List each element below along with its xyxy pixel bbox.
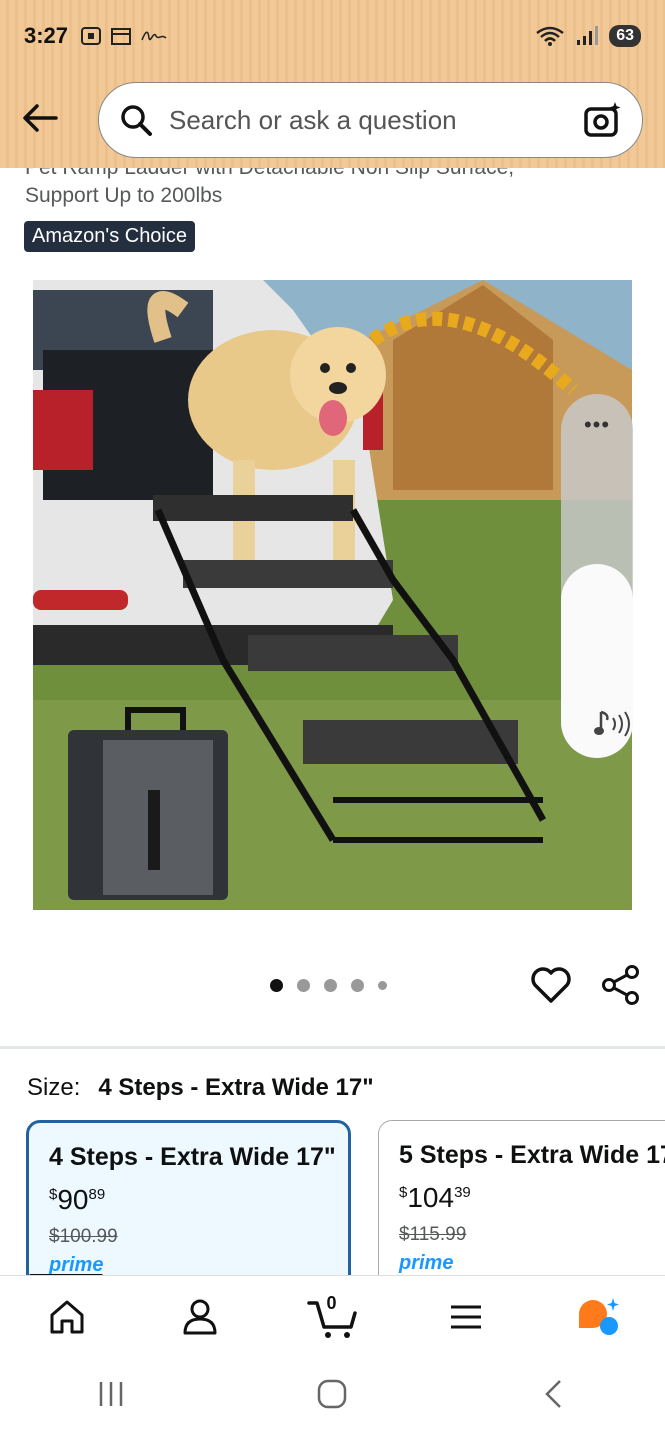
size-option-card-selected[interactable]: 4 Steps - Extra Wide 17" $9089 $100.99 p…: [26, 1120, 351, 1275]
search-bar[interactable]: Search or ask a question: [98, 82, 643, 158]
option-name: 4 Steps - Extra Wide 17": [49, 1143, 336, 1171]
screenshot-icon: [81, 27, 102, 45]
option-list-price: $115.99: [399, 1224, 467, 1245]
pager-dot[interactable]: [297, 979, 310, 992]
prime-logo: prime: [49, 1254, 104, 1275]
calendar-icon: [111, 28, 132, 45]
arrow-left-icon: [23, 104, 58, 132]
price-whole: 104: [407, 1182, 455, 1213]
app-header: Search or ask a question: [0, 72, 665, 168]
size-option-card[interactable]: 5 Steps - Extra Wide 17" $10439 $115.99 …: [378, 1120, 665, 1275]
audio-toggle[interactable]: [561, 564, 633, 758]
system-nav-bar: [0, 1357, 665, 1440]
recent-apps-icon: [99, 1382, 123, 1406]
product-title-partial: Pet Ramp Ladder with Detachable Non Slip…: [25, 168, 645, 182]
nav-menu[interactable]: [436, 1287, 496, 1347]
image-pager: [270, 979, 387, 992]
wifi-icon: [536, 26, 564, 46]
amazons-choice-badge: Amazon's Choice: [24, 221, 195, 252]
product-photo: [33, 280, 632, 910]
home-circle-icon: [318, 1379, 347, 1409]
option-price: $9089: [49, 1184, 328, 1216]
share-icon: [602, 965, 639, 1005]
prime-logo: prime: [399, 1252, 454, 1274]
back-system-button[interactable]: [524, 1378, 584, 1419]
product-title-line: Support Up to 200lbs: [25, 184, 223, 207]
more-options-icon[interactable]: •••: [561, 412, 633, 438]
camera-search-icon[interactable]: [582, 100, 622, 140]
wishlist-button[interactable]: [530, 964, 572, 1006]
search-placeholder: Search or ask a question: [169, 104, 457, 135]
music-note-icon: [594, 710, 630, 737]
option-price: $10439: [399, 1182, 657, 1214]
product-image[interactable]: [33, 280, 632, 910]
menu-icon: [450, 1305, 481, 1328]
option-list-price: $100.99: [49, 1226, 118, 1247]
pager-dot[interactable]: [378, 981, 387, 990]
pager-dot-active[interactable]: [270, 979, 283, 992]
product-content: Pet Ramp Ladder with Detachable Non Slip…: [0, 168, 665, 1275]
signature-icon: [141, 31, 167, 41]
section-divider: [0, 1046, 665, 1049]
option-name: 5 Steps - Extra Wide 17": [399, 1141, 665, 1169]
signal-icon: [577, 26, 599, 45]
status-notification-icons: [80, 26, 168, 46]
status-bar: 3:27 63: [0, 0, 665, 72]
search-icon: [121, 105, 152, 136]
account-icon: [183, 1299, 216, 1334]
bottom-nav: 0: [0, 1275, 665, 1357]
pager-dot[interactable]: [351, 979, 364, 992]
price-whole: 90: [57, 1184, 89, 1215]
home-system-button[interactable]: [302, 1378, 362, 1419]
price-fraction: 39: [454, 1184, 471, 1201]
rufus-icon: [578, 1297, 619, 1335]
cart-count: 0: [326, 1292, 337, 1313]
share-button[interactable]: [600, 964, 642, 1006]
status-time: 3:27: [24, 23, 69, 48]
size-selector-row: Size: 4 Steps - Extra Wide 17": [27, 1074, 374, 1102]
price-fraction: 89: [88, 1186, 106, 1203]
nav-home[interactable]: [37, 1287, 97, 1347]
home-icon: [50, 1300, 83, 1333]
nav-cart[interactable]: 0: [303, 1287, 363, 1347]
pager-dot[interactable]: [324, 979, 337, 992]
size-label: Size:: [27, 1074, 81, 1101]
floating-media-panel[interactable]: •••: [561, 394, 633, 758]
chevron-left-icon: [545, 1380, 562, 1408]
back-button[interactable]: [18, 96, 62, 140]
size-selected-value: 4 Steps - Extra Wide 17": [98, 1074, 374, 1101]
nav-rufus[interactable]: [569, 1287, 629, 1347]
status-right: 63: [535, 25, 641, 47]
recent-apps-button[interactable]: [81, 1379, 141, 1418]
heart-icon: [531, 967, 571, 1003]
battery-level: 63: [609, 25, 641, 47]
nav-account[interactable]: [170, 1287, 230, 1347]
